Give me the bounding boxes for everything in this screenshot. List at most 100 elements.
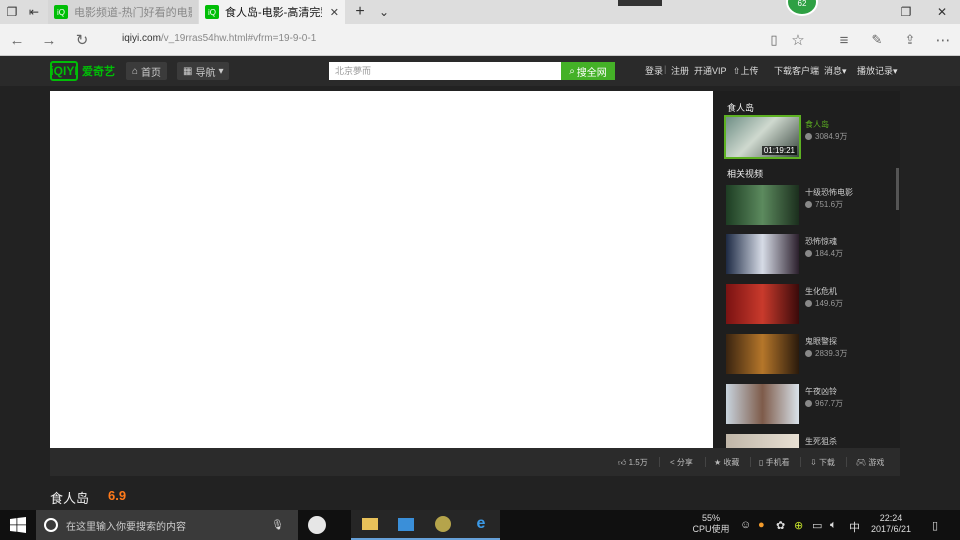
caret-down-icon: ▾ <box>218 65 224 77</box>
favorite-star-icon[interactable]: ☆ <box>789 31 807 49</box>
floating-badge[interactable]: 62 <box>786 0 818 16</box>
player-toolbar: 👍︎ 1.5万 < 分享 ★ 收藏 ▯ 手机看 ⇩ 下载 🎮︎ 游戏 <box>50 448 900 476</box>
reading-view-icon[interactable]: ▯ <box>765 31 783 49</box>
home-button[interactable]: ⌂ 首页 <box>126 62 168 80</box>
divider <box>659 457 660 467</box>
tab-preview-icon[interactable]: ❐ <box>4 4 20 20</box>
register-link[interactable]: 注册 <box>671 64 689 77</box>
download-icon: ⇩ <box>810 458 817 467</box>
play-count-icon <box>805 350 812 357</box>
action-center-icon[interactable]: ▯ <box>932 519 938 532</box>
hub-icon[interactable]: ≡ <box>835 31 853 49</box>
play-count-icon <box>805 300 812 307</box>
share-icon[interactable]: ⇪ <box>901 31 919 49</box>
web-note-icon[interactable]: ✎ <box>868 31 886 49</box>
tab-active[interactable]: iQ 食人岛-电影-高清完整版 ✕ <box>199 0 345 24</box>
game-button[interactable]: 🎮︎ 游戏 <box>856 457 884 468</box>
upload-icon: ⇧ <box>733 66 741 76</box>
people-icon[interactable]: ☺ <box>740 519 751 531</box>
battery-icon[interactable]: ▭ <box>812 519 822 532</box>
more-icon[interactable]: ⋯ <box>934 31 952 49</box>
browser-tab-bar: ❐ ⇤ iQ 电影频道-热门好看的电影大 iQ 食人岛-电影-高清完整版 ✕ +… <box>0 0 960 24</box>
share-button[interactable]: < 分享 <box>670 457 693 468</box>
current-video-item[interactable]: 01:19:21 食人岛 3084.9万 <box>724 115 886 159</box>
windows-taskbar: 在这里输入你要搜索的内容 🎙︎ e 55% CPU使用 ☺ ● ✿ ⊕ ▭ 🔈︎ … <box>0 510 960 540</box>
edge-browser-icon[interactable]: e <box>462 510 500 540</box>
vip-link[interactable]: 开通VIP <box>694 64 727 77</box>
clock[interactable]: 22:24 2017/6/21 <box>866 513 916 535</box>
video-player[interactable] <box>50 91 713 448</box>
video-thumbnail <box>726 234 799 274</box>
refresh-icon[interactable]: ↻ <box>73 31 91 49</box>
login-link[interactable]: 登录 <box>645 64 663 77</box>
video-thumbnail <box>726 284 799 324</box>
start-button[interactable] <box>0 510 36 540</box>
divider <box>846 457 847 467</box>
like-button[interactable]: 👍︎ 1.5万 <box>618 457 648 468</box>
sphere-app-icon[interactable] <box>424 510 462 540</box>
play-count-icon <box>805 250 812 257</box>
taskbar-search[interactable]: 在这里输入你要搜索的内容 🎙︎ <box>36 510 298 540</box>
url-field[interactable]: iqiyi.com/v_19rras54hw.html#vfrm=19-9-0-… <box>122 33 316 44</box>
sidebar-scrollbar[interactable] <box>896 168 899 210</box>
search-input[interactable] <box>329 62 561 80</box>
back-icon[interactable]: ← <box>8 31 26 49</box>
video-thumbnail <box>726 434 799 448</box>
watch-on-phone-button[interactable]: ▯ 手机看 <box>759 457 790 468</box>
related-video-item[interactable]: 午夜凶铃 967.7万 <box>726 384 886 424</box>
related-video-item[interactable]: 十级恐怖电影 751.6万 <box>726 185 886 225</box>
playlist-sidebar: 食人岛 01:19:21 食人岛 3084.9万 相关视频 十级恐怖电影 751… <box>713 91 900 448</box>
set-aside-tabs-icon[interactable]: ⇤ <box>26 4 42 20</box>
movie-score: 6.9 <box>108 488 127 503</box>
divider <box>705 457 706 467</box>
chevron-down-icon[interactable]: ⌄ <box>376 4 392 20</box>
movie-title: 食人岛 <box>50 491 90 506</box>
related-video-item[interactable]: 鬼眼警探 2839.3万 <box>726 334 886 374</box>
gamepad-icon: 🎮︎ <box>856 458 867 467</box>
iqiyi-logo[interactable]: iQIYI 爱奇艺 <box>50 60 115 82</box>
play-count-icon <box>805 201 812 208</box>
client-download-link[interactable]: 下载客户端 <box>774 64 819 77</box>
divider: | <box>664 64 667 74</box>
close-tab-icon[interactable]: ✕ <box>330 6 339 19</box>
iqiyi-favicon: iQ <box>205 5 219 19</box>
collect-button[interactable]: ★ 收藏 <box>714 457 739 468</box>
forward-icon[interactable]: → <box>40 31 58 49</box>
video-thumbnail: 01:19:21 <box>724 115 801 159</box>
related-video-item[interactable]: 生死狙杀 <box>726 434 886 448</box>
volume-icon[interactable]: 🔈︎ <box>830 519 837 532</box>
close-window-icon[interactable]: ✕ <box>934 4 950 20</box>
related-video-item[interactable]: 恐怖惊魂 184.4万 <box>726 234 886 274</box>
cpu-usage: 55% CPU使用 <box>692 513 730 534</box>
history-link[interactable]: 播放记录▾ <box>857 64 898 77</box>
video-thumbnail <box>726 334 799 374</box>
related-video-item[interactable]: 生化危机 149.6万 <box>726 284 886 324</box>
video-thumbnail <box>726 185 799 225</box>
messages-link[interactable]: 消息▾ <box>824 64 847 77</box>
new-tab-icon[interactable]: + <box>352 3 368 20</box>
cortana-icon <box>44 518 58 532</box>
ime-indicator[interactable]: 中 <box>849 519 860 535</box>
home-icon: ⌂ <box>132 65 139 77</box>
upload-link[interactable]: ⇧上传 <box>733 64 759 77</box>
plus-app-icon[interactable]: ⊕ <box>794 519 803 532</box>
phone-icon: ▯ <box>759 458 764 467</box>
orange-app-icon[interactable]: ● <box>758 519 765 531</box>
windows-logo-icon <box>10 517 26 533</box>
window-drag-handle[interactable] <box>618 0 662 6</box>
restore-icon[interactable]: ❐ <box>898 4 914 20</box>
gift-icon[interactable]: ✿ <box>776 519 785 532</box>
play-count-icon <box>805 400 812 407</box>
fan-app-icon[interactable] <box>298 510 336 540</box>
tab-inactive[interactable]: iQ 电影频道-热门好看的电影大 <box>48 0 198 24</box>
video-thumbnail <box>726 384 799 424</box>
divider <box>800 457 801 467</box>
file-explorer-icon[interactable] <box>351 510 389 540</box>
nav-button[interactable]: ▦ 导航 ▾ <box>177 62 230 80</box>
download-button[interactable]: ⇩ 下载 <box>810 457 835 468</box>
search-all-button[interactable]: ⌕ 搜全网 <box>561 62 615 80</box>
iqiyi-favicon: iQ <box>54 5 68 19</box>
divider <box>750 457 751 467</box>
microphone-icon[interactable]: 🎙︎ <box>271 520 284 531</box>
monitor-app-icon[interactable] <box>387 510 425 540</box>
